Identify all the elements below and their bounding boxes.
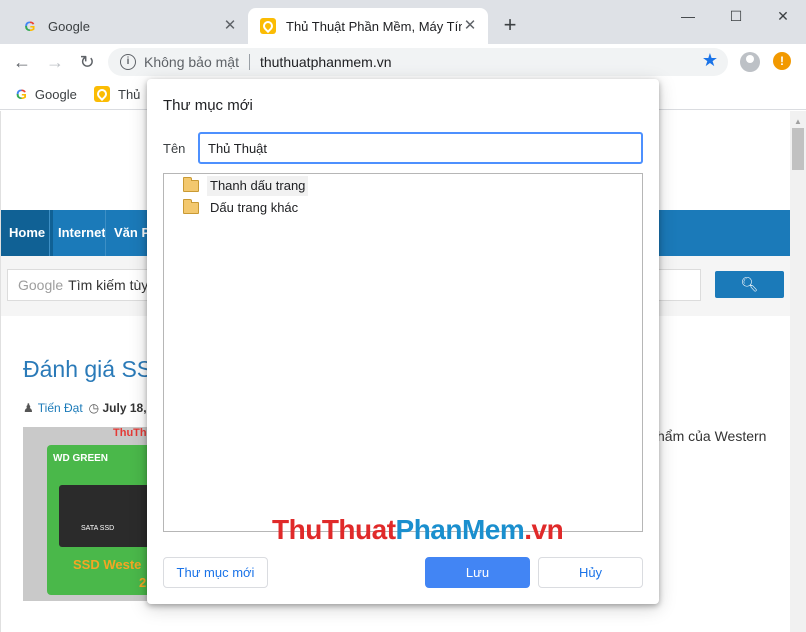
scroll-up-icon[interactable]: ▲	[794, 117, 802, 126]
page-scrollbar[interactable]: ▲	[790, 111, 806, 632]
folder-icon	[183, 199, 199, 214]
site-watermark: ThuThuatPhanMem.vn	[272, 514, 564, 546]
back-arrow-icon[interactable]: ←	[10, 50, 34, 74]
google-icon: G	[24, 18, 36, 34]
menu-alert-icon[interactable]: !	[773, 52, 791, 70]
maximize-button[interactable]: ☐	[713, 4, 759, 30]
profile-avatar[interactable]	[740, 52, 760, 72]
cancel-button[interactable]: Hủy	[538, 557, 643, 588]
close-icon[interactable]: ✕	[462, 18, 478, 34]
folder-label: Dấu trang khác	[210, 200, 299, 215]
folder-label: Thanh dấu trang	[207, 176, 309, 196]
url-text[interactable]: thuthuatphanmem.vn	[260, 54, 392, 70]
save-button[interactable]: Lưu	[425, 557, 530, 588]
ssd-drive: SATA SSD	[59, 485, 149, 547]
ssd-brand: WD GREEN	[53, 453, 108, 464]
post-date: July 18,	[102, 401, 147, 415]
bookmark-label: Google	[34, 86, 77, 102]
ttpm-icon	[260, 18, 276, 34]
bookmark-google[interactable]: G Google	[16, 86, 77, 102]
author-link[interactable]: Tiến Đạt	[38, 401, 83, 415]
bookmark-star-icon[interactable]: ★	[702, 50, 718, 71]
search-icon: 🔍︎	[740, 276, 759, 292]
tab-google[interactable]: G Google ✕	[10, 8, 248, 44]
security-status[interactable]: Không bảo mật	[144, 54, 239, 70]
close-window-button[interactable]: ✕	[760, 4, 806, 30]
folder-name-input[interactable]	[198, 132, 643, 164]
tab-strip: G Google ✕ Thủ Thuật Phần Mềm, Máy Tính,…	[0, 0, 806, 44]
new-tab-button[interactable]: +	[498, 14, 522, 38]
scroll-thumb[interactable]	[792, 128, 804, 170]
article-excerpt: hẩm của Western	[657, 428, 767, 444]
ssd-caption: SSD Weste	[73, 557, 142, 572]
folder-icon	[183, 177, 199, 192]
ttpm-icon	[94, 86, 110, 102]
bookmark-label: Thủ	[118, 86, 141, 102]
folder-tree[interactable]: Thanh dấu trang Dấu trang khác	[163, 173, 643, 532]
tab-title: Google	[48, 18, 90, 34]
close-icon[interactable]: ✕	[222, 18, 238, 34]
dialog-title: Thư mục mới	[163, 97, 253, 114]
bookmark-thuthuat[interactable]: Thủ	[94, 86, 140, 102]
article-meta: ♟ Tiến Đạt ◷ July 18,	[23, 401, 147, 415]
watermark-part: Thuat	[321, 514, 396, 545]
article-thumbnail[interactable]: WD GREEN SATA SSD SSD Weste 2 ThuThu	[23, 427, 149, 601]
watermark-part: .vn	[524, 514, 564, 545]
watermark-part: PhanMem	[395, 514, 525, 545]
folder-item-other-bookmarks[interactable]: Dấu trang khác	[164, 197, 301, 219]
divider	[248, 54, 250, 70]
search-placeholder: Tìm kiếm tùy	[68, 277, 149, 293]
reload-icon[interactable]: ↻	[75, 50, 99, 74]
info-icon[interactable]: i	[120, 54, 136, 70]
ssd-caption-2: 2	[139, 575, 147, 590]
nav-home[interactable]: Home	[1, 210, 54, 256]
google-label: Google	[18, 277, 64, 293]
folder-item-bookmarks-bar[interactable]: Thanh dấu trang	[164, 175, 309, 197]
tab-title: Thủ Thuật Phần Mềm, Máy Tính, Thủ Thuật	[286, 18, 462, 34]
new-folder-button[interactable]: Thư mục mới	[163, 557, 268, 588]
clock-icon: ◷	[88, 401, 100, 415]
article-title[interactable]: Đánh giá SS	[23, 356, 152, 383]
tab-thuthuat[interactable]: Thủ Thuật Phần Mềm, Máy Tính, Thủ Thuật …	[248, 8, 488, 44]
minimize-button[interactable]: —	[665, 4, 711, 30]
user-icon: ♟	[23, 401, 34, 415]
site-search-button[interactable]: 🔍︎	[715, 271, 784, 298]
forward-arrow-icon[interactable]: →	[43, 50, 67, 74]
name-label: Tên	[163, 141, 186, 156]
watermark-part: Thu	[272, 514, 322, 545]
image-watermark: ThuThu	[113, 427, 149, 439]
browser-toolbar: ← → ↻ i Không bảo mật thuthuatphanmem.vn…	[0, 44, 806, 80]
google-icon: G	[16, 86, 27, 102]
nav-internet[interactable]: Internet	[49, 210, 114, 256]
address-bar[interactable]: i Không bảo mật thuthuatphanmem.vn ★	[108, 48, 728, 76]
